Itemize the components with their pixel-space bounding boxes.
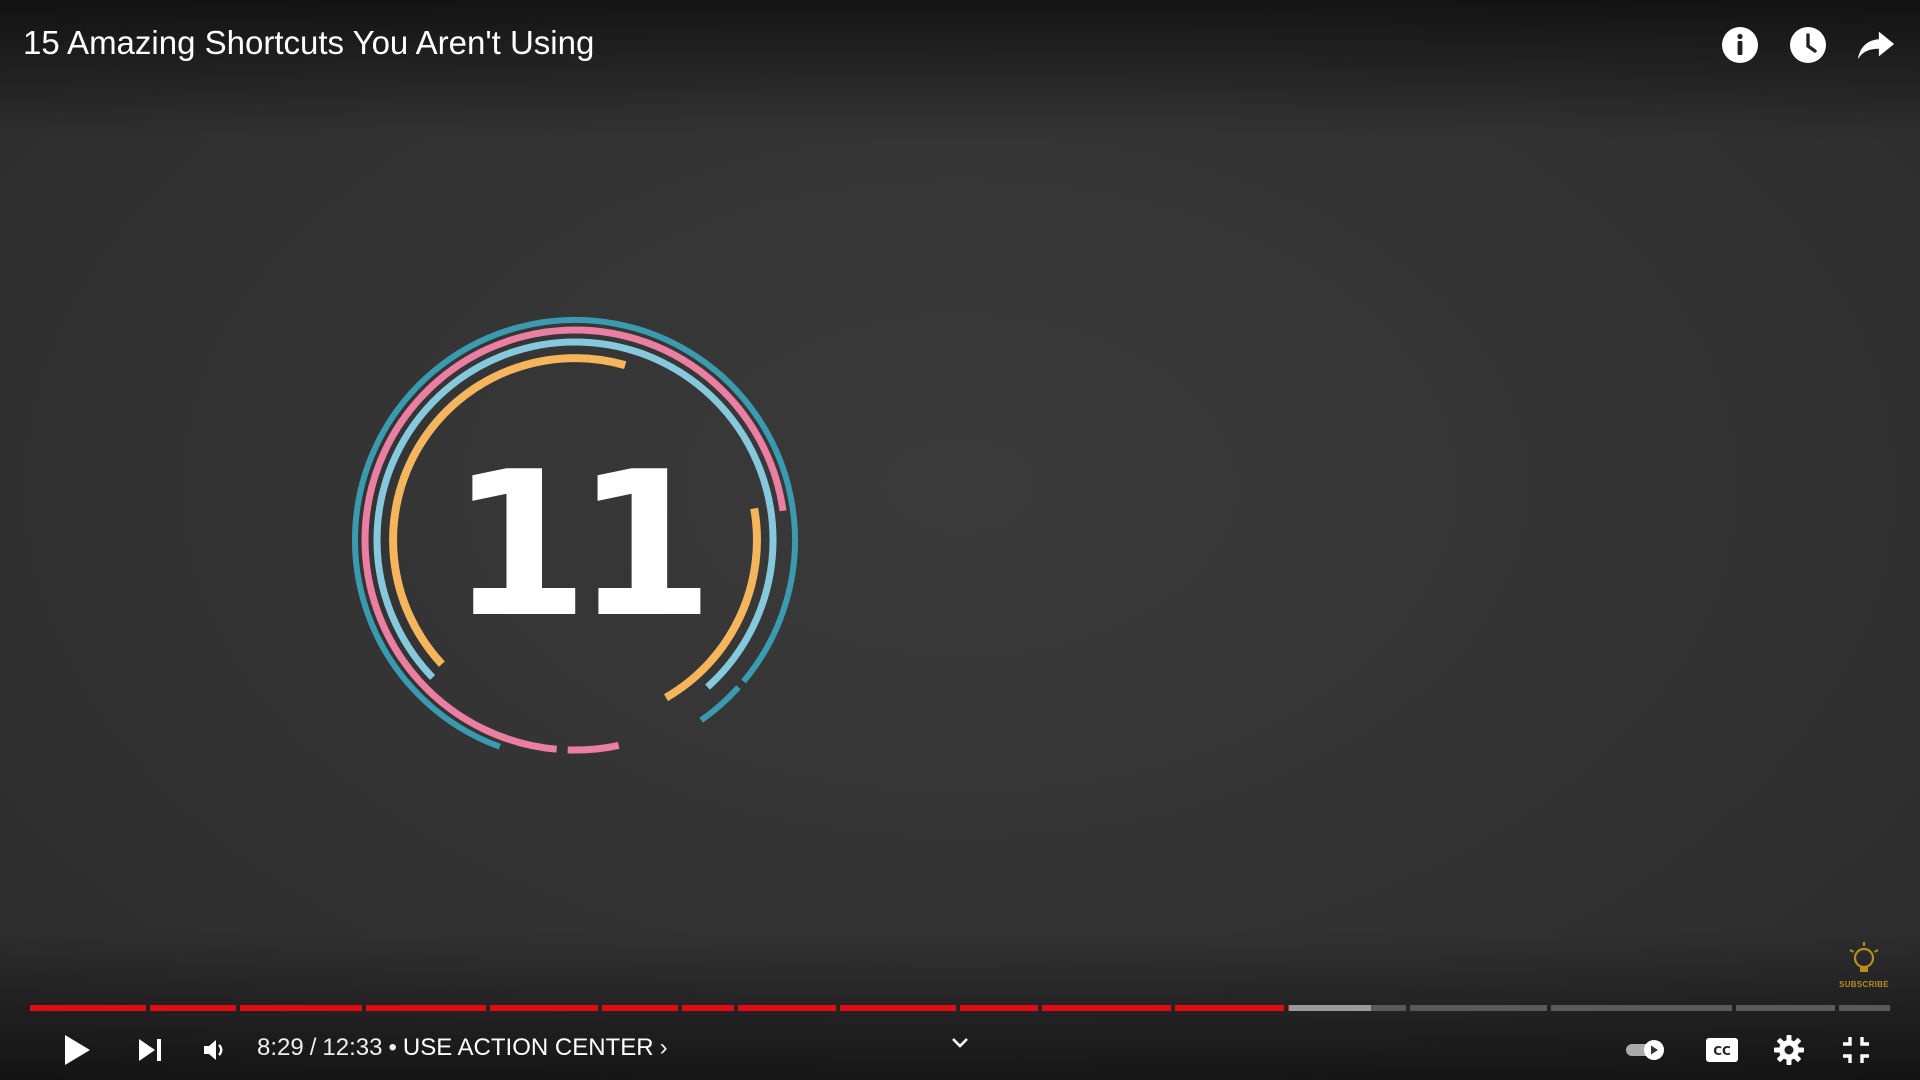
- progress-chapter-segment[interactable]: [1410, 1005, 1547, 1011]
- duration: 12:33: [322, 1034, 383, 1061]
- progress-played: [960, 1005, 1038, 1011]
- time-display: 8:29 / 12:33 • USE ACTION CENTER ›: [257, 1034, 668, 1062]
- time-separator: /: [309, 1034, 317, 1061]
- progress-played: [1288, 1005, 1289, 1011]
- chapter-bullet: •: [388, 1034, 397, 1061]
- progress-played: [738, 1005, 836, 1011]
- chapter-number-emblem: 11: [345, 312, 805, 772]
- progress-played: [1042, 1005, 1171, 1011]
- next-button[interactable]: [128, 1026, 172, 1074]
- progress-played: [682, 1005, 734, 1011]
- svg-text:CC: CC: [1713, 1044, 1731, 1058]
- clock-icon[interactable]: [1788, 20, 1828, 70]
- autoplay-toggle-icon[interactable]: [1622, 1026, 1670, 1074]
- info-icon[interactable]: [1720, 20, 1760, 70]
- player-controls: 8:29 / 12:33 • USE ACTION CENTER › CC: [0, 1020, 1920, 1080]
- chapter-chevron[interactable]: ›: [660, 1034, 668, 1062]
- gear-icon[interactable]: [1767, 1026, 1811, 1074]
- current-time: 8:29: [257, 1034, 304, 1061]
- emblem-ring-outer-tail: [699, 685, 741, 723]
- progress-played: [490, 1005, 598, 1011]
- emblem-ring-pink-tail: [567, 741, 620, 754]
- progress-played: [840, 1005, 956, 1011]
- progress-chapter-segment[interactable]: [1839, 1005, 1890, 1011]
- volume-button[interactable]: [195, 1026, 235, 1074]
- progress-chapter-segment[interactable]: [1736, 1005, 1835, 1011]
- progress-buffered: [1288, 1005, 1371, 1011]
- subscribe-label: SUBSCRIBE: [1839, 980, 1889, 989]
- subscribe-watermark[interactable]: SUBSCRIBE: [1836, 940, 1892, 996]
- top-actions: [1720, 20, 1896, 70]
- emblem-number: 11: [450, 429, 701, 662]
- progress-played: [30, 1005, 146, 1011]
- play-button[interactable]: [52, 1026, 102, 1074]
- top-gradient: [0, 0, 1920, 140]
- progress-played: [602, 1005, 678, 1011]
- progress-played: [366, 1005, 486, 1011]
- chapter-title[interactable]: USE ACTION CENTER: [403, 1034, 654, 1062]
- progress-played: [150, 1005, 236, 1011]
- speaker-icon: [204, 1040, 223, 1060]
- lightbulb-icon: [1849, 942, 1879, 972]
- exit-fullscreen-icon[interactable]: [1834, 1026, 1878, 1074]
- progress-played: [240, 1005, 362, 1011]
- progress-bar[interactable]: [30, 1005, 1892, 1013]
- progress-played: [1175, 1005, 1284, 1011]
- cc-icon[interactable]: CC: [1700, 1026, 1744, 1074]
- progress-chapter-segment[interactable]: [1551, 1005, 1732, 1011]
- share-icon[interactable]: [1856, 20, 1896, 70]
- video-title[interactable]: 15 Amazing Shortcuts You Aren't Using: [23, 24, 594, 62]
- chevron-down-icon[interactable]: [945, 1028, 975, 1058]
